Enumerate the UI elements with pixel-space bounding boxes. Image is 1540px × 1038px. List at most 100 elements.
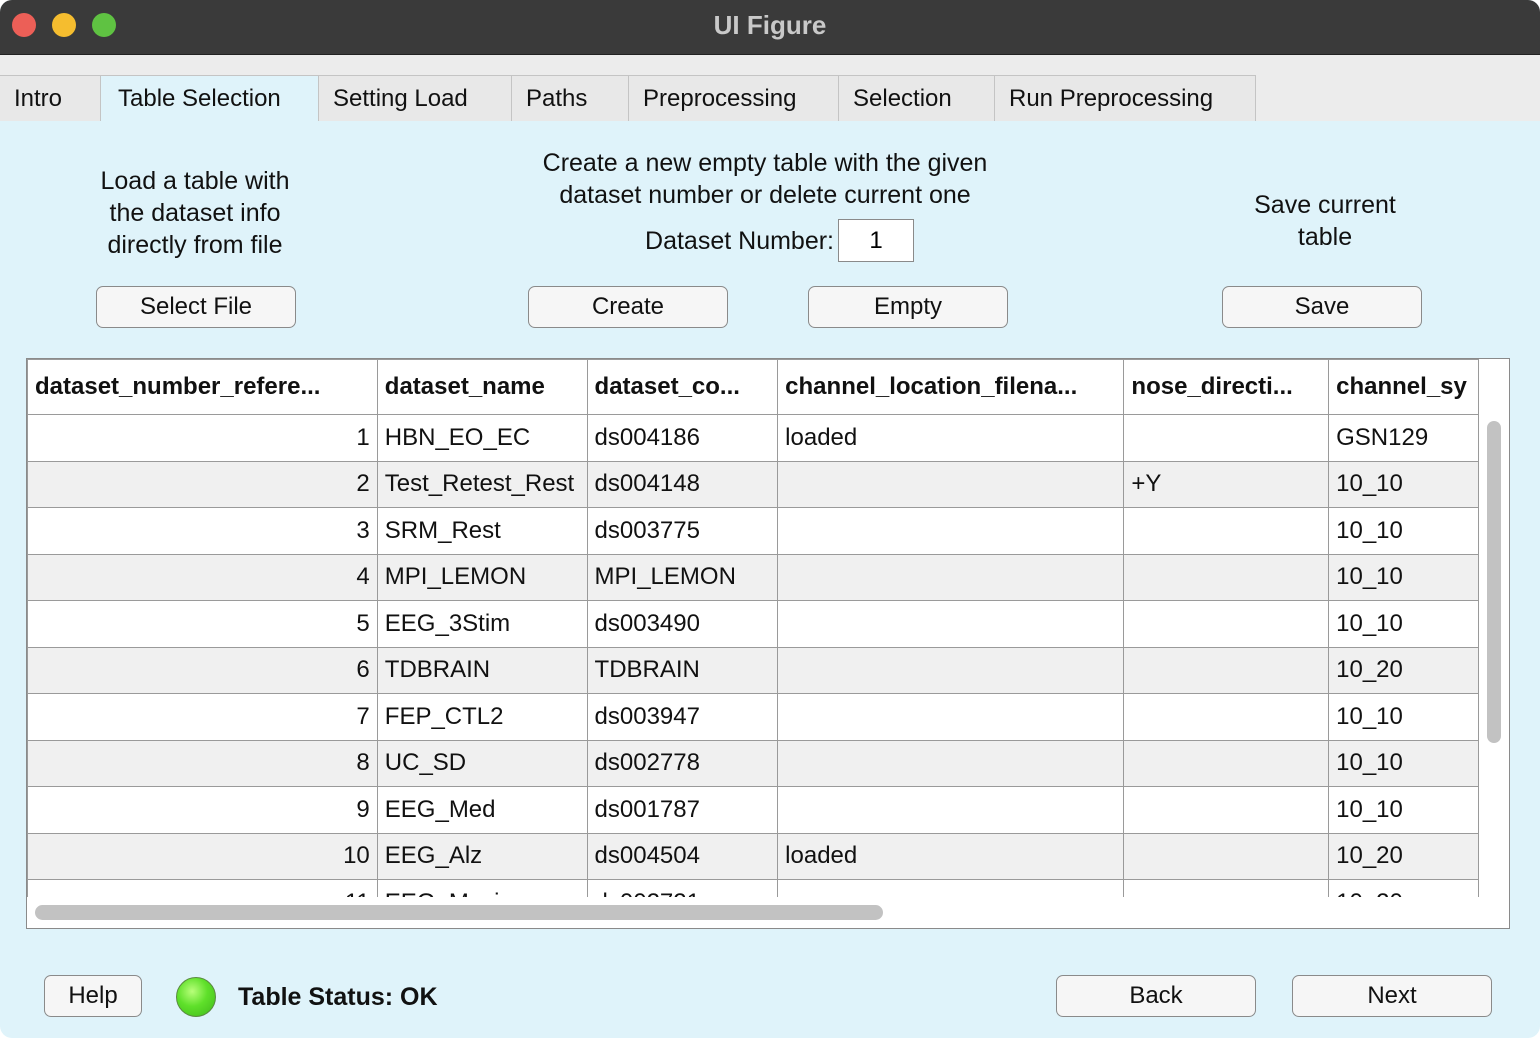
table-cell[interactable]: TDBRAIN (376, 646, 588, 694)
table-row[interactable]: 8 UC_SD ds002778 10_10 (27, 739, 1479, 787)
table-cell[interactable]: EEG_3Stim (376, 600, 588, 648)
column-header[interactable]: dataset_co... (586, 359, 779, 415)
tab-preprocessing[interactable]: Preprocessing (629, 75, 839, 121)
table-cell[interactable] (1123, 832, 1330, 880)
table-cell[interactable]: loaded (777, 414, 1125, 462)
table-cell[interactable]: 9 (27, 786, 378, 834)
vertical-scrollbar[interactable] (1487, 421, 1501, 743)
tab-table-selection[interactable]: Table Selection (101, 75, 319, 121)
tab-run-preprocessing[interactable]: Run Preprocessing (995, 75, 1256, 121)
help-button[interactable]: Help (44, 975, 142, 1017)
table-cell[interactable]: ds004148 (586, 460, 779, 508)
table-cell[interactable]: 10_10 (1328, 600, 1479, 648)
table-cell[interactable]: GSN129 (1328, 414, 1479, 462)
table-cell[interactable]: ds004186 (586, 414, 779, 462)
table-cell[interactable]: ds002778 (586, 739, 779, 787)
table-cell[interactable] (777, 879, 1125, 897)
table-cell[interactable] (1123, 739, 1330, 787)
table-cell[interactable] (777, 600, 1125, 648)
table-cell[interactable]: EEG_Alz (376, 832, 588, 880)
table-cell[interactable] (777, 786, 1125, 834)
tab-selection[interactable]: Selection (839, 75, 995, 121)
table-row[interactable]: 3 SRM_Rest ds003775 10_10 (27, 507, 1479, 555)
table-cell[interactable]: ds004504 (586, 832, 779, 880)
tab-intro[interactable]: Intro (0, 75, 101, 121)
back-button[interactable]: Back (1056, 975, 1256, 1017)
table-cell[interactable]: 5 (27, 600, 378, 648)
table-cell[interactable]: ds003490 (586, 600, 779, 648)
dataset-table[interactable]: dataset_number_refere... dataset_name da… (26, 358, 1510, 929)
table-cell[interactable]: MPI_LEMON (586, 553, 779, 601)
table-cell[interactable]: 7 (27, 693, 378, 741)
table-cell[interactable]: 1 (27, 414, 378, 462)
table-row[interactable]: 1 HBN_EO_EC ds004186 loaded GSN129 (27, 414, 1479, 462)
table-cell[interactable]: HBN_EO_EC (376, 414, 588, 462)
table-cell[interactable] (777, 739, 1125, 787)
empty-button[interactable]: Empty (808, 286, 1008, 328)
table-cell[interactable] (1123, 553, 1330, 601)
table-row[interactable]: 10 EEG_Alz ds004504 loaded 10_20 (27, 832, 1479, 880)
create-button[interactable]: Create (528, 286, 728, 328)
table-cell[interactable]: 10_10 (1328, 693, 1479, 741)
table-row[interactable]: 9 EEG_Med ds001787 10_10 (27, 786, 1479, 834)
table-cell[interactable]: 8 (27, 739, 378, 787)
table-cell[interactable]: UC_SD (376, 739, 588, 787)
table-cell[interactable]: 10_20 (1328, 646, 1479, 694)
table-row[interactable]: 11EEG_Musicds002721 10_20 (27, 879, 1479, 897)
column-header[interactable]: nose_directi... (1123, 359, 1330, 415)
table-cell[interactable] (1123, 414, 1330, 462)
table-cell[interactable]: MPI_LEMON (376, 553, 588, 601)
table-cell[interactable] (777, 507, 1125, 555)
table-cell[interactable]: EEG_Med (376, 786, 588, 834)
table-cell[interactable]: 2 (27, 460, 378, 508)
table-cell[interactable] (777, 460, 1125, 508)
table-cell[interactable]: EEG_Music (376, 879, 588, 897)
table-cell[interactable]: +Y (1123, 460, 1330, 508)
table-row[interactable]: 7 FEP_CTL2 ds003947 10_10 (27, 693, 1479, 741)
table-cell[interactable] (1123, 693, 1330, 741)
table-cell[interactable] (777, 646, 1125, 694)
table-cell[interactable] (1123, 786, 1330, 834)
column-header[interactable]: channel_sy (1328, 359, 1479, 415)
column-header[interactable]: dataset_number_refere... (27, 359, 378, 415)
table-cell[interactable] (1123, 600, 1330, 648)
table-row[interactable]: 6 TDBRAIN TDBRAIN 10_20 (27, 646, 1479, 694)
table-cell[interactable] (777, 693, 1125, 741)
table-cell[interactable]: 10_20 (1328, 879, 1479, 897)
table-cell[interactable]: 10_10 (1328, 553, 1479, 601)
table-row[interactable]: 2 Test_Retest_Rest ds004148 +Y 10_10 (27, 460, 1479, 508)
table-cell[interactable]: 10_20 (1328, 832, 1479, 880)
table-cell[interactable] (1123, 879, 1330, 897)
table-cell[interactable]: 4 (27, 553, 378, 601)
table-cell[interactable]: FEP_CTL2 (376, 693, 588, 741)
column-header[interactable]: channel_location_filena... (777, 359, 1125, 415)
horizontal-scrollbar[interactable] (35, 905, 883, 920)
table-cell[interactable]: Test_Retest_Rest (376, 460, 588, 508)
table-cell[interactable]: ds001787 (586, 786, 779, 834)
select-file-button[interactable]: Select File (96, 286, 296, 328)
table-cell[interactable] (1123, 646, 1330, 694)
table-cell[interactable]: 10_10 (1328, 460, 1479, 508)
table-cell[interactable]: ds003775 (586, 507, 779, 555)
table-cell[interactable]: ds003947 (586, 693, 779, 741)
table-cell[interactable] (777, 553, 1125, 601)
tab-setting-load[interactable]: Setting Load (319, 75, 512, 121)
table-cell[interactable]: 10_10 (1328, 739, 1479, 787)
tab-paths[interactable]: Paths (512, 75, 629, 121)
table-cell[interactable]: 10_10 (1328, 786, 1479, 834)
column-header[interactable]: dataset_name (376, 359, 588, 415)
table-cell[interactable]: 6 (27, 646, 378, 694)
table-cell[interactable]: TDBRAIN (586, 646, 779, 694)
table-row[interactable]: 5 EEG_3Stim ds003490 10_10 (27, 600, 1479, 648)
next-button[interactable]: Next (1292, 975, 1492, 1017)
table-cell[interactable]: ds002721 (586, 879, 779, 897)
table-cell[interactable]: 10_10 (1328, 507, 1479, 555)
table-cell[interactable]: SRM_Rest (376, 507, 588, 555)
save-button[interactable]: Save (1222, 286, 1422, 328)
table-cell[interactable] (1123, 507, 1330, 555)
table-cell[interactable]: 10 (27, 832, 378, 880)
table-row[interactable]: 4 MPI_LEMON MPI_LEMON 10_10 (27, 553, 1479, 601)
table-cell[interactable]: loaded (777, 832, 1125, 880)
table-cell[interactable]: 11 (27, 879, 378, 897)
dataset-number-field[interactable]: 1 (838, 219, 914, 262)
